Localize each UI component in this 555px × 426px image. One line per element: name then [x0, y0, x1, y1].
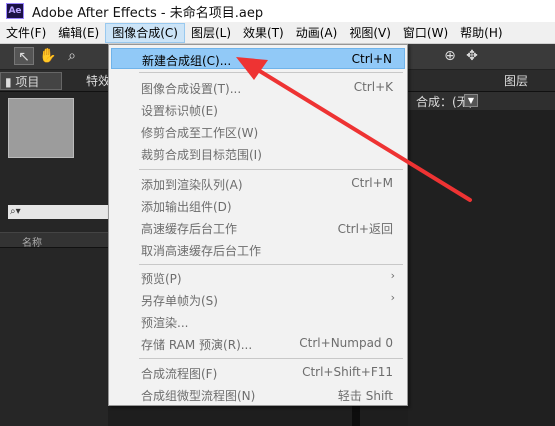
menu-item-label: 设置标识帧(E) — [141, 104, 218, 118]
submenu-arrow-icon: › — [390, 269, 395, 282]
menu-item-label: 高速缓存后台工作 — [141, 222, 238, 236]
menu-edit[interactable]: 编辑(E) — [52, 23, 105, 43]
menu-save-frame-as[interactable]: 另存单帧为(S) › — [111, 289, 405, 310]
composition-header: 合成：(无) ▼ — [408, 92, 555, 110]
menu-item-shortcut: 轻击 Shift — [337, 389, 393, 403]
composition-menu-dropdown: 新建合成组(C)... Ctrl+N 图像合成设置(T)... Ctrl+K 设… — [108, 44, 408, 406]
composition-panel: 合成：(无) ▼ — [408, 92, 555, 426]
menu-item-label: 图像合成设置(T)... — [141, 82, 242, 96]
title-bar: Ae Adobe After Effects - 未命名项目.aep — [0, 0, 555, 22]
after-effects-app-icon: Ae — [6, 3, 24, 19]
menu-new-composition[interactable]: 新建合成组(C)... Ctrl+N — [111, 48, 405, 69]
menu-item-label: 取消高速缓存后台工作 — [141, 244, 262, 258]
menu-add-output-module[interactable]: 添加输出组件(D) — [111, 195, 405, 216]
menu-item-label: 合成组微型流程图(N) — [141, 389, 256, 403]
anchor-tool-icon[interactable]: ✥ — [462, 47, 482, 65]
menu-set-poster-frame[interactable]: 设置标识帧(E) — [111, 99, 405, 120]
menu-separator — [139, 358, 403, 359]
menu-item-label: 新建合成组(C)... — [142, 54, 232, 68]
menu-animation[interactable]: 动画(A) — [290, 23, 344, 43]
menu-item-label: 添加到渲染队列(A) — [141, 178, 243, 192]
menu-item-label: 另存单帧为(S) — [141, 294, 218, 308]
menu-cancel-cache-background[interactable]: 取消高速缓存后台工作 — [111, 239, 405, 260]
menu-file[interactable]: 文件(F) — [0, 23, 52, 43]
project-thumbnail — [8, 98, 74, 158]
menu-add-to-render-queue[interactable]: 添加到渲染队列(A) Ctrl+M — [111, 173, 405, 194]
composition-dropdown[interactable]: ▼ — [464, 94, 478, 107]
project-column-header: 名称 — [0, 232, 108, 249]
menu-bar: 文件(F) 编辑(E) 图像合成(C) 图层(L) 效果(T) 动画(A) 视图… — [0, 22, 555, 44]
menu-item-label: 存储 RAM 预演(R)... — [141, 338, 253, 352]
project-panel: ⌕▾ 名称 — [0, 92, 108, 426]
menu-separator — [139, 72, 403, 73]
menu-item-label: 修剪合成至工作区(W) — [141, 126, 259, 140]
menu-save-ram-preview[interactable]: 存储 RAM 预演(R)... Ctrl+Numpad 0 — [111, 333, 405, 354]
menu-window[interactable]: 窗口(W) — [397, 23, 454, 43]
tab-project[interactable]: ▮ 项目 — [0, 72, 62, 90]
menu-item-shortcut: Ctrl+M — [351, 176, 393, 190]
menu-item-label: 合成流程图(F) — [141, 367, 218, 381]
menu-item-shortcut: Ctrl+返回 — [337, 222, 393, 236]
menu-preview[interactable]: 预览(P) › — [111, 267, 405, 288]
pan-behind-tool-icon[interactable]: ⊕ — [440, 47, 460, 65]
menu-trim-comp-to-work-area[interactable]: 修剪合成至工作区(W) — [111, 121, 405, 142]
menu-view[interactable]: 视图(V) — [343, 23, 397, 43]
menu-help[interactable]: 帮助(H) — [454, 23, 508, 43]
menu-composition-mini-flowchart[interactable]: 合成组微型流程图(N) 轻击 Shift — [111, 384, 405, 405]
tab-project-label: 项目 — [15, 75, 40, 89]
menu-layer[interactable]: 图层(L) — [185, 23, 237, 43]
menu-pre-render[interactable]: 预渲染... — [111, 311, 405, 332]
window-title: Adobe After Effects - 未命名项目.aep — [32, 5, 264, 21]
menu-item-shortcut: Ctrl+N — [351, 52, 392, 66]
menu-effect[interactable]: 效果(T) — [237, 23, 290, 43]
menu-composition-flowchart[interactable]: 合成流程图(F) Ctrl+Shift+F11 — [111, 362, 405, 383]
column-name-label: 名称 — [22, 238, 42, 249]
menu-item-shortcut: Ctrl+Numpad 0 — [299, 336, 393, 350]
tab-layer[interactable]: 图层 — [500, 72, 532, 90]
menu-item-shortcut: Ctrl+K — [353, 80, 393, 94]
zoom-tool-icon[interactable]: ⌕ — [62, 47, 82, 65]
submenu-arrow-icon: › — [390, 291, 395, 304]
menu-item-label: 添加输出组件(D) — [141, 200, 232, 214]
project-search-input[interactable]: ⌕▾ — [8, 205, 108, 219]
menu-item-shortcut: Ctrl+Shift+F11 — [302, 365, 393, 379]
tab-effects-label: 特效 — [86, 74, 111, 88]
tab-layer-label: 图层 — [504, 74, 529, 88]
menu-composition-settings[interactable]: 图像合成设置(T)... Ctrl+K — [111, 77, 405, 98]
menu-separator — [139, 264, 403, 265]
menu-item-label: 预览(P) — [141, 272, 182, 286]
search-icon: ⌕▾ — [10, 206, 21, 217]
menu-crop-comp-to-region[interactable]: 裁剪合成到目标范围(I) — [111, 143, 405, 164]
menu-cache-work-background[interactable]: 高速缓存后台工作 Ctrl+返回 — [111, 217, 405, 238]
hand-tool-icon[interactable]: ✋ — [38, 47, 58, 65]
menu-item-label: 预渲染... — [141, 316, 189, 330]
selection-tool-icon[interactable]: ↖ — [14, 47, 34, 65]
menu-separator — [139, 169, 403, 170]
menu-composition[interactable]: 图像合成(C) — [105, 22, 185, 43]
menu-item-label: 裁剪合成到目标范围(I) — [141, 148, 262, 162]
